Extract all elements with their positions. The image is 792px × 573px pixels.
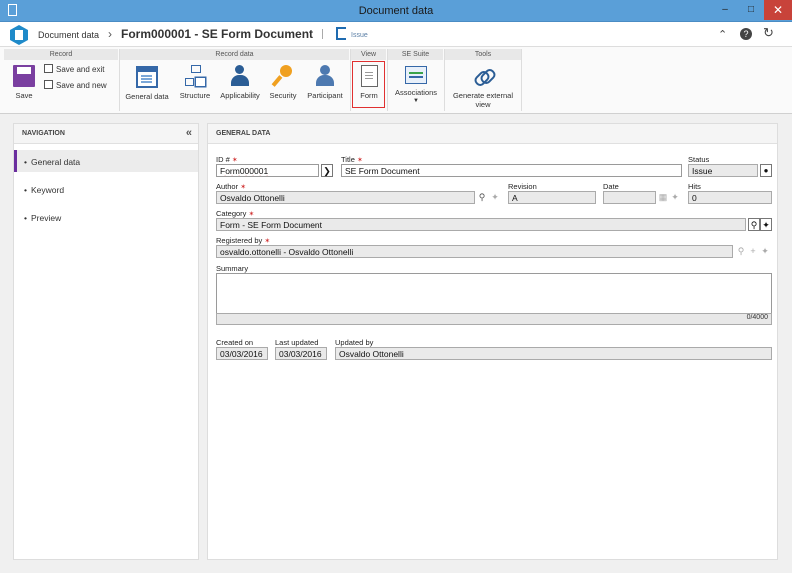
structure-button[interactable]: Structure [176, 65, 214, 100]
author-field: Osvaldo Ottonelli [216, 191, 475, 204]
title-field[interactable]: SE Form Document [341, 164, 682, 177]
summary-char-counter: 0/4000 [216, 313, 772, 325]
group-se-suite: SE Suite [388, 49, 443, 60]
calendar-icon[interactable]: ▦ [657, 191, 669, 204]
category-field: Form - SE Form Document [216, 218, 746, 231]
search-icon[interactable]: ⚲ [476, 191, 488, 204]
highlight-box [352, 61, 385, 108]
group-record-data: Record data [120, 49, 349, 60]
updated-by-field: Osvaldo Ottonelli [335, 347, 772, 360]
general-data-panel: GENERAL DATA ID # ✶ Form000001 ❯ Title ✶… [207, 123, 778, 560]
save-exit-icon [44, 64, 53, 73]
participant-button[interactable]: Participant [304, 65, 346, 100]
close-button[interactable]: ✕ [764, 0, 792, 20]
save-and-new-button[interactable]: Save and new [44, 80, 107, 90]
window-icon [136, 66, 158, 88]
save-and-exit-button[interactable]: Save and exit [44, 64, 104, 74]
divider [350, 49, 351, 111]
applicability-icon [229, 65, 251, 87]
summary-label: Summary [216, 264, 249, 273]
participants-icon [314, 65, 336, 87]
clear-icon[interactable]: ✦ [489, 191, 501, 204]
issue-link[interactable]: Issue [351, 32, 368, 39]
save-new-icon [44, 80, 53, 89]
applicability-button[interactable]: Applicability [218, 65, 262, 100]
window-titlebar: Document data – □ ✕ [0, 0, 792, 22]
save-button[interactable]: Save [10, 65, 38, 100]
id-label: ID # ✶ [216, 155, 238, 164]
last-updated-label: Last updated [275, 338, 319, 347]
search-icon[interactable]: ⚲ [735, 245, 747, 258]
associations-button[interactable]: Associations ▼ [391, 66, 441, 104]
issue-icon[interactable] [336, 27, 346, 40]
divider [444, 49, 445, 111]
divider [322, 29, 323, 39]
ribbon-toolbar: Record Record data View SE Suite Tools S… [0, 47, 792, 114]
id-field[interactable]: Form000001 [216, 164, 319, 177]
clear-icon[interactable]: ✦ [759, 245, 771, 258]
nav-item-general-data[interactable]: • General data [14, 150, 198, 172]
general-data-header: GENERAL DATA [208, 124, 777, 144]
clear-icon[interactable]: ✦ [669, 191, 681, 204]
associations-icon [405, 66, 427, 84]
group-view: View [351, 49, 386, 60]
generate-external-view-button[interactable]: Generate external view [447, 65, 519, 109]
app-header: Document data › Form000001 - SE Form Doc… [0, 22, 792, 47]
maximize-button[interactable]: □ [738, 0, 764, 20]
created-on-label: Created on [216, 338, 254, 347]
dropdown-arrow-icon: ▼ [413, 98, 419, 104]
required-icon: ✶ [264, 238, 271, 245]
page-title: Form000001 - SE Form Document [121, 27, 314, 41]
status-label: Status [688, 155, 710, 164]
help-icon[interactable]: ? [740, 28, 752, 40]
divider [521, 49, 522, 111]
key-icon [272, 65, 294, 87]
category-label: Category ✶ [216, 209, 255, 218]
divider [119, 49, 120, 111]
required-icon: ✶ [356, 157, 363, 164]
add-icon[interactable]: + [747, 245, 759, 258]
chevron-right-icon: › [108, 27, 112, 41]
security-button[interactable]: Security [266, 65, 300, 100]
registered-by-label: Registered by ✶ [216, 236, 271, 245]
registered-by-field: osvaldo.ottonelli - Osvaldo Ottonelli [216, 245, 733, 258]
link-icon [472, 65, 494, 87]
hits-field: 0 [688, 191, 772, 204]
created-on-field: 03/03/2016 [216, 347, 268, 360]
refresh-icon[interactable]: ↻ [763, 25, 774, 41]
hits-label: Hits [688, 182, 701, 191]
save-icon [13, 65, 35, 87]
navigation-header: NAVIGATION « [14, 124, 198, 144]
nav-item-preview[interactable]: • Preview [14, 206, 198, 228]
updated-by-label: Updated by [335, 338, 374, 347]
clear-icon[interactable]: ✦ [760, 218, 772, 231]
navigation-panel: NAVIGATION « • General data • Keyword • Pre… [13, 123, 199, 560]
status-field: Issue [688, 164, 758, 177]
binoculars-icon[interactable]: ● [760, 164, 772, 177]
nav-item-keyword[interactable]: • Keyword [14, 178, 198, 200]
search-icon[interactable]: ⚲ [748, 218, 760, 231]
collapse-left-icon[interactable]: « [186, 127, 192, 139]
chevron-right-icon[interactable]: ❯ [321, 164, 333, 177]
required-icon: ✶ [240, 184, 247, 191]
general-data-button[interactable]: General data [122, 66, 172, 101]
required-icon: ✶ [248, 211, 255, 218]
revision-field: A [508, 191, 596, 204]
last-updated-field: 03/03/2016 [275, 347, 327, 360]
breadcrumb[interactable]: Document data [38, 30, 99, 40]
window-title: Document data [358, 5, 434, 17]
title-label: Title ✶ [341, 155, 363, 164]
group-tools: Tools [445, 49, 521, 60]
author-label: Author ✶ [216, 182, 247, 191]
minimize-button[interactable]: – [712, 0, 738, 20]
required-icon: ✶ [231, 157, 238, 164]
date-field [603, 191, 656, 204]
date-label: Date [603, 182, 619, 191]
collapse-up-icon[interactable]: ⌃ [718, 28, 727, 41]
group-record: Record [4, 49, 118, 60]
revision-label: Revision [508, 182, 537, 191]
structure-icon [184, 65, 206, 87]
divider [387, 49, 388, 111]
app-logo [10, 25, 28, 45]
